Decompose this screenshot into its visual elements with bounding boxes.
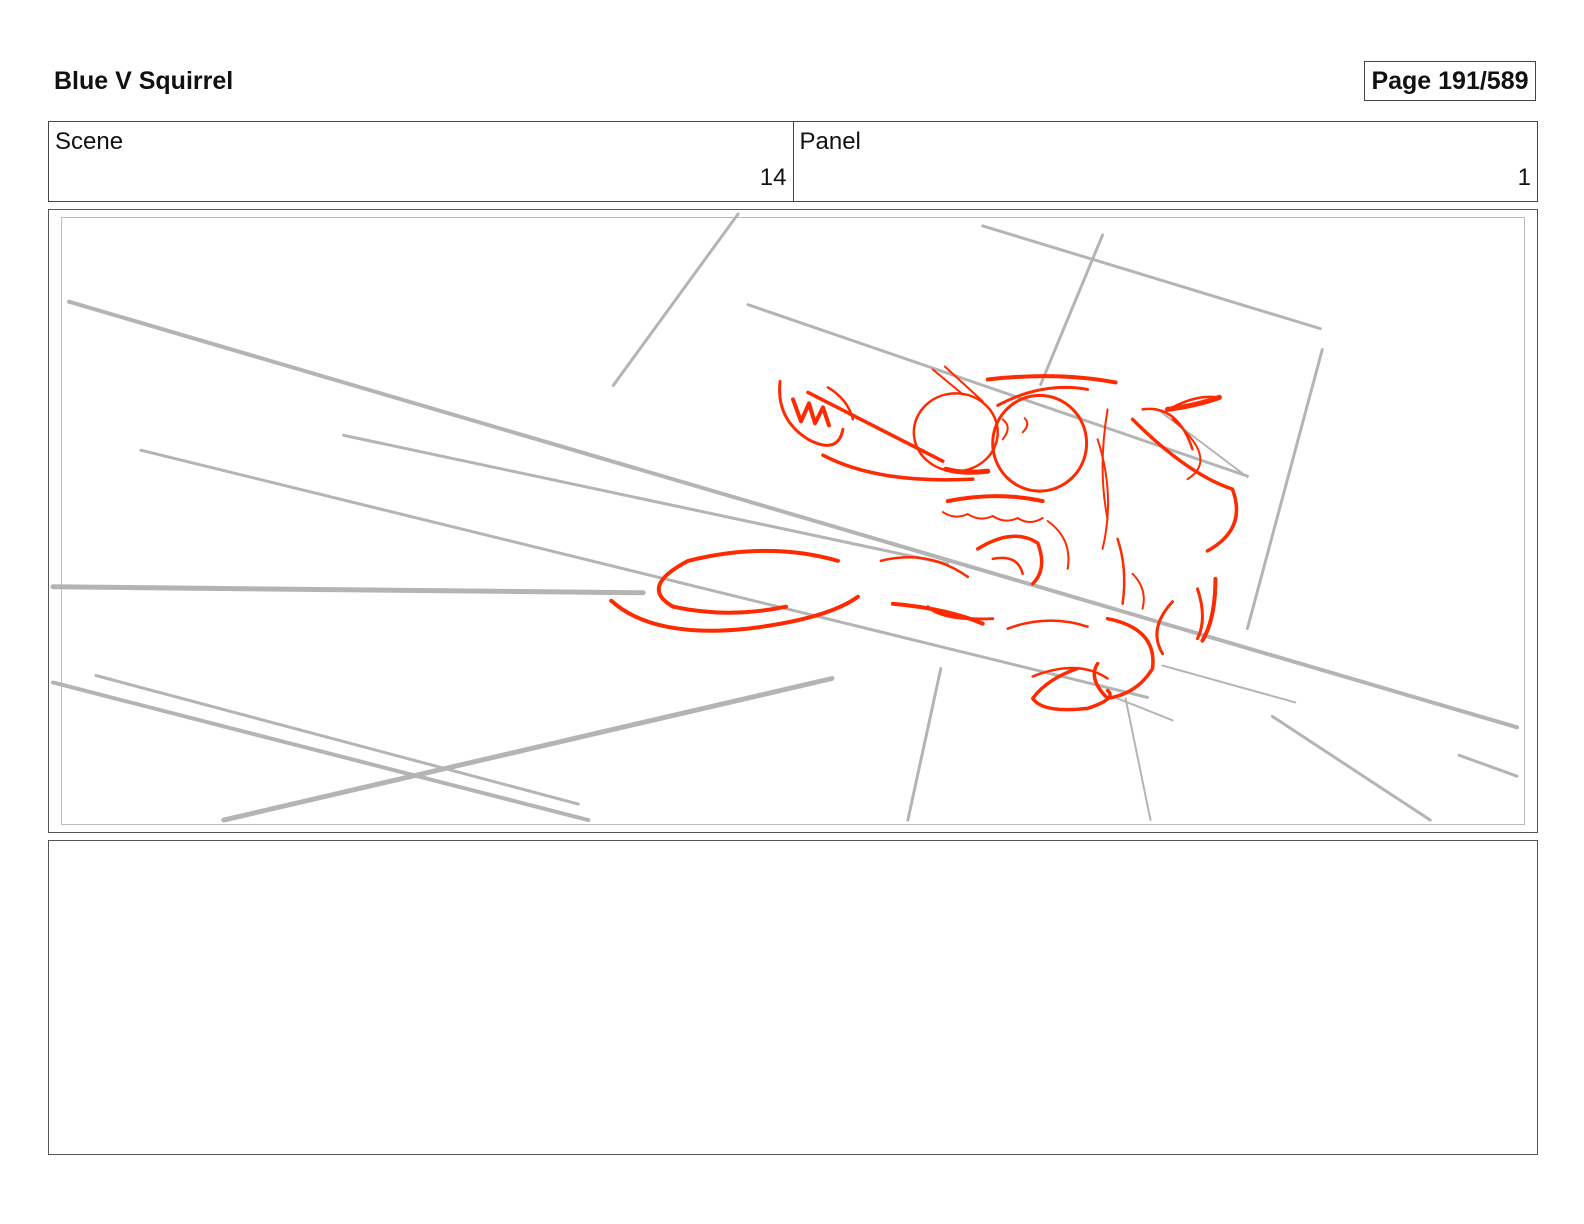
panel-number: 1: [1517, 164, 1531, 191]
panel-notes-box: [48, 840, 1538, 1155]
scene-cell: Scene 14: [49, 122, 793, 201]
squirrel-character-sketch: [609, 365, 1239, 712]
panel-label: Panel: [799, 128, 861, 155]
panel-cell: Panel 1: [792, 122, 1538, 201]
scene-label: Scene: [55, 128, 124, 155]
page-number-badge: Page 191/589: [1364, 61, 1536, 101]
scene-panel-table: Scene 14 Panel 1: [48, 121, 1538, 202]
background-perspective-lines: [50, 212, 1520, 823]
storyboard-frame: [48, 209, 1538, 833]
sketch-drawing: [50, 212, 1520, 823]
document-title: Blue V Squirrel: [54, 67, 234, 95]
scene-number: 14: [759, 164, 787, 191]
